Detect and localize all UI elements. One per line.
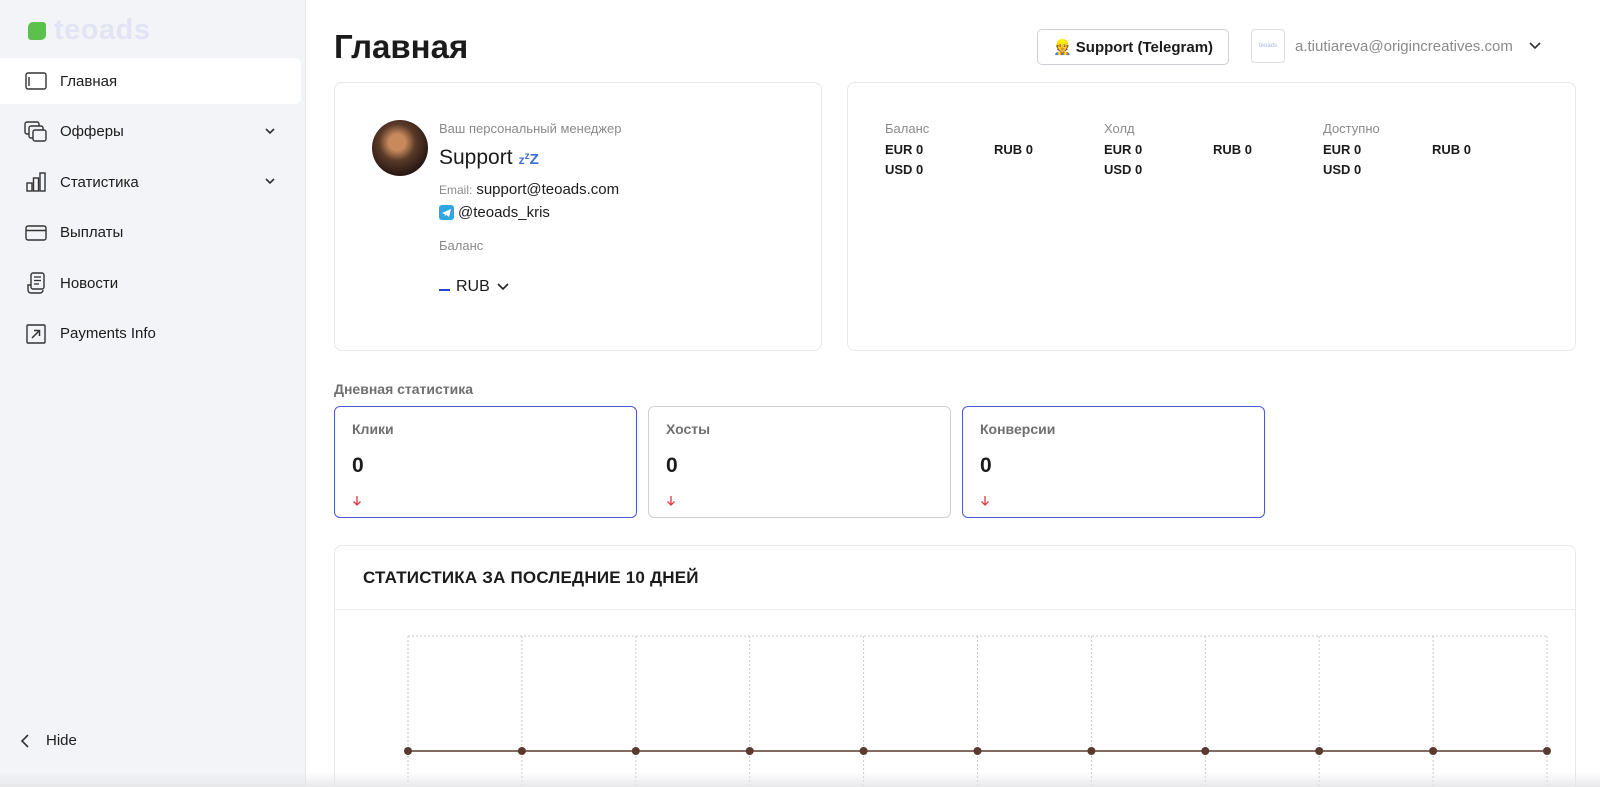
currency-value: RUB [456,278,490,295]
sidebar-item-payments-info[interactable]: Payments Info [0,311,301,357]
hide-sidebar-button[interactable]: Hide [18,732,77,749]
hide-label: Hide [46,732,77,749]
sidebar-item-home[interactable]: Главная [0,58,301,104]
sidebar-item-label: Офферы [60,123,124,140]
clicks-stat-card[interactable]: Клики 0 [334,406,637,518]
available-group: Доступно EUR 0 RUB 0 USD 0 [1323,121,1512,177]
balance-card: Баланс EUR 0 RUB 0 USD 0 Холд EUR 0 RUB … [847,82,1576,351]
arrow-down-icon [667,496,675,506]
news-icon [24,271,48,295]
bar-chart-icon [24,170,48,194]
stat-value: 0 [352,454,364,477]
balance-group: Баланс EUR 0 RUB 0 USD 0 [885,121,1074,177]
sidebar-item-label: Новости [60,274,119,292]
balance-group-title: Доступно [1323,121,1380,136]
ten-day-stats-card: СТАТИСТИКА ЗА ПОСЛЕДНИЕ 10 ДНЕЙ [334,545,1576,787]
manager-email-label: Email: [439,183,473,197]
user-menu[interactable]: teoads a.tiutiareva@origincreatives.com [1251,29,1543,63]
external-link-icon [24,322,48,346]
dash-icon [439,289,450,291]
balance-group-title: Холд [1104,121,1135,136]
chart-point[interactable] [1429,747,1438,755]
hold-value [1213,162,1293,177]
chevron-down-icon [1529,42,1541,50]
sidebar: teoads Главная Офферы Статистика Выплаты… [0,0,306,787]
balance-value [994,162,1074,177]
chart-point[interactable] [517,747,526,755]
manager-name: Support zzZ [439,146,539,170]
layers-icon [24,120,48,144]
balance-value: RUB 0 [994,142,1034,157]
line-chart [404,635,1551,787]
sidebar-nav: Главная Офферы Статистика Выплаты Новост… [0,58,301,361]
sidebar-item-news[interactable]: Новости [0,260,301,306]
sidebar-item-label: Главная [60,72,118,90]
sidebar-item-offers[interactable]: Офферы [0,109,301,155]
balance-group-title: Баланс [885,121,930,136]
stat-label: Клики [352,421,394,437]
daily-stats-title: Дневная статистика [334,381,474,397]
sidebar-item-payouts[interactable]: Выплаты [0,210,301,256]
chevron-down-icon [265,127,275,134]
arrow-down-icon [353,496,361,506]
user-email: a.tiutiareva@origincreatives.com [1295,37,1513,55]
available-value: EUR 0 [1323,142,1362,157]
sidebar-item-label: Выплаты [60,224,124,241]
stat-value: 0 [980,454,992,477]
hosts-stat-card[interactable]: Хосты 0 [648,406,951,518]
manager-name-text: Support [439,146,513,169]
chevron-down-icon [497,283,509,291]
sidebar-item-statistics[interactable]: Статистика [0,159,301,205]
page-title: Главная [334,28,469,65]
chart-point[interactable] [1315,747,1324,755]
credit-card-icon [24,221,48,245]
logo-text: teoads [54,14,151,46]
stat-label: Хосты [666,421,711,437]
hold-value: EUR 0 [1104,142,1143,157]
available-value: USD 0 [1323,162,1362,177]
hold-group: Холд EUR 0 RUB 0 USD 0 [1104,121,1293,177]
avatar-text: teoads [1258,43,1277,49]
manager-email: Email: support@teoads.com [439,181,619,198]
chart-point[interactable] [1543,747,1551,755]
manager-telegram[interactable]: @teoads_kris [439,204,550,221]
balance-value: USD 0 [885,162,924,177]
available-value [1432,162,1512,177]
chart-point[interactable] [745,747,754,755]
sidebar-item-label: Payments Info [60,325,156,342]
hold-value: USD 0 [1104,162,1143,177]
chart-point[interactable] [404,747,412,755]
stat-label: Конверсии [980,421,1056,437]
chart-point[interactable] [631,747,640,755]
available-value: RUB 0 [1432,142,1472,157]
currency-select[interactable]: RUB [439,278,510,296]
telegram-icon [439,205,454,220]
avatar: teoads [1251,29,1285,63]
browser-window-icon [24,69,48,93]
chart-point[interactable] [859,747,868,755]
manager-email-value[interactable]: support@teoads.com [476,181,619,198]
chart-point[interactable] [1087,747,1096,755]
chevron-down-icon [265,178,275,185]
manager-caption: Ваш персональный менеджер [439,121,622,136]
chart-point[interactable] [973,747,982,755]
manager-telegram-handle: @teoads_kris [458,204,550,221]
balance-value: EUR 0 [885,142,924,157]
sidebar-item-label: Статистика [60,173,139,191]
hold-value: RUB 0 [1213,142,1253,157]
support-telegram-button[interactable]: 👷 Support (Telegram) [1037,29,1229,65]
manager-balance-label: Баланс [439,238,484,253]
manager-avatar [372,120,428,176]
conversions-stat-card[interactable]: Конверсии 0 [962,406,1265,518]
sleeping-icon: zzZ [518,151,539,168]
chevron-left-icon [20,733,29,748]
logo-mark-icon [28,21,46,40]
chart-point[interactable] [1201,747,1210,755]
stat-value: 0 [666,454,678,477]
manager-card: Ваш персональный менеджер Support zzZ Em… [334,82,822,351]
logo[interactable]: teoads [28,14,150,47]
arrow-down-icon [981,496,989,506]
